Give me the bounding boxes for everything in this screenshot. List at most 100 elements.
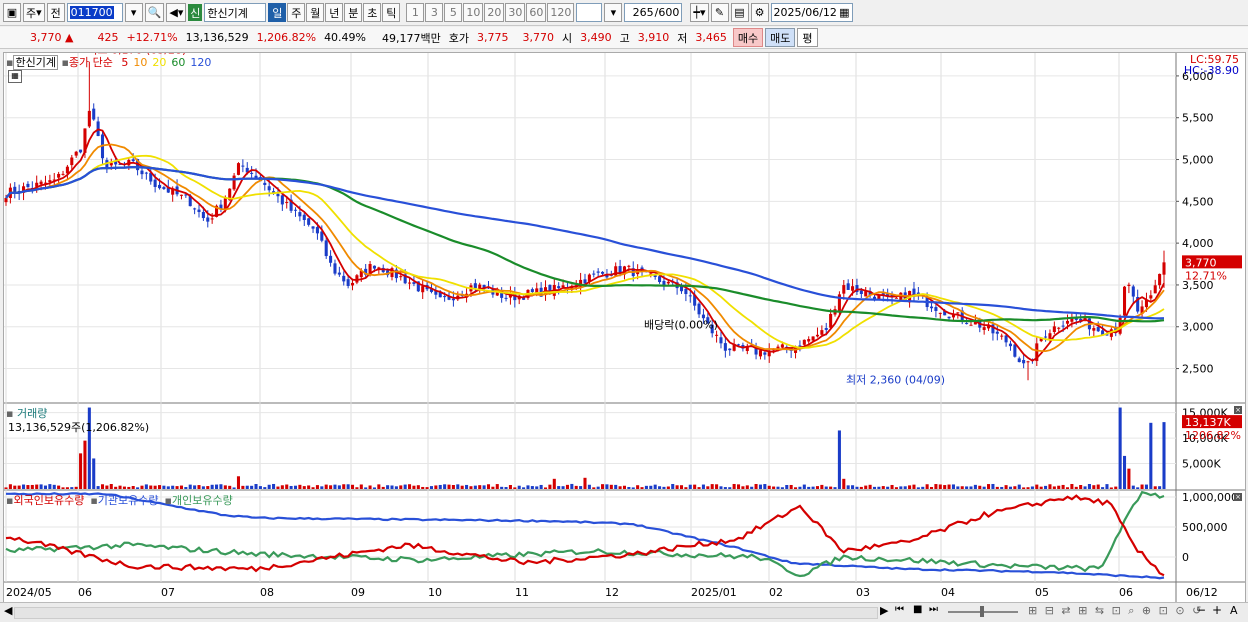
tool-icons[interactable]: ⊞ ⊟ ⇄ ⊞ ⇆ ⊡ ⌕ ⊕ ⊡ ⊙ ↺ xyxy=(1028,604,1203,618)
period-tab-2[interactable]: 월 xyxy=(306,3,325,22)
close-icon[interactable]: × xyxy=(1234,406,1242,414)
stock-code-input[interactable]: 011700 xyxy=(66,3,123,22)
prev-button[interactable]: 전 xyxy=(46,3,65,22)
volume-bar xyxy=(4,487,8,489)
candle-body xyxy=(912,288,916,295)
volume-bar xyxy=(916,487,920,489)
buy-button[interactable]: 매수 xyxy=(732,28,764,47)
count-input[interactable]: 265/600 xyxy=(624,3,683,22)
interval-tab-4[interactable]: 20 xyxy=(484,3,505,22)
volume-bar xyxy=(1070,483,1074,489)
period-tab-5[interactable]: 초 xyxy=(363,3,382,22)
volume-bar xyxy=(13,485,17,489)
interval-tab-6[interactable]: 60 xyxy=(526,3,547,22)
count-max: /600 xyxy=(654,6,680,19)
interval-tab-5[interactable]: 30 xyxy=(505,3,526,22)
save-icon[interactable]: ▤ xyxy=(730,3,749,22)
candle-body xyxy=(807,339,811,342)
volume-bar xyxy=(1022,487,1026,489)
scrollbar-track[interactable] xyxy=(14,607,878,619)
draw-tool-icon[interactable]: ✎ xyxy=(710,3,729,22)
eval-button[interactable]: 평 xyxy=(797,28,818,47)
stock-name-field[interactable]: 한신기계 xyxy=(204,3,267,22)
calendar-icon[interactable]: ▦ xyxy=(839,6,849,19)
volume-bar xyxy=(315,485,319,489)
ma-period-20[interactable]: 20 xyxy=(152,56,166,69)
ma-label[interactable]: 종가 단순 xyxy=(69,56,113,69)
search-icon[interactable]: 🔍 xyxy=(144,3,165,22)
date-input[interactable]: 2025/06/12 ▦ xyxy=(770,3,853,22)
interval-tab-2[interactable]: 5 xyxy=(444,3,463,22)
candle-body xyxy=(758,350,762,357)
scroll-left-icon[interactable]: ◀ xyxy=(4,604,12,617)
volume-bar xyxy=(144,484,148,489)
type-select[interactable]: 주 ▾ xyxy=(23,3,45,22)
volume-bar xyxy=(171,485,175,489)
stop-icon[interactable]: ■ xyxy=(913,604,922,615)
scroll-right-icon[interactable]: ▶ xyxy=(880,604,888,617)
volume-bar xyxy=(43,485,48,489)
zoom-in-icon[interactable]: + xyxy=(1212,603,1222,617)
font-size-icon[interactable]: A xyxy=(1230,604,1238,617)
interval-custom-input[interactable] xyxy=(576,3,603,22)
grid-icon[interactable]: ▦ xyxy=(8,70,22,83)
candle-body xyxy=(254,175,258,178)
period-tab-3[interactable]: 년 xyxy=(325,3,344,22)
volume-bar xyxy=(671,483,675,489)
volume-bar xyxy=(1004,485,1008,489)
candle-type-icon[interactable]: ┿▾ xyxy=(690,3,709,22)
volume-bar xyxy=(272,483,276,489)
candle-body xyxy=(197,209,201,213)
volume-bar xyxy=(995,486,999,489)
close-icon[interactable]: × xyxy=(1234,493,1242,501)
zoom-slider-handle[interactable] xyxy=(980,606,984,617)
period-tab-4[interactable]: 분 xyxy=(344,3,363,22)
ma-period-60[interactable]: 60 xyxy=(171,56,185,69)
high-label: 고 xyxy=(619,31,630,45)
period-tab-0[interactable]: 일 xyxy=(268,3,287,22)
window-menu-icon[interactable]: ▣ xyxy=(3,3,21,22)
ma-period-120[interactable]: 120 xyxy=(190,56,211,69)
ma-period-5[interactable]: 5 xyxy=(121,56,128,69)
first-page-icon[interactable]: ⏮ xyxy=(895,604,904,615)
holding-legend-item-2[interactable]: 개인보유수량 xyxy=(172,494,233,507)
candle-body xyxy=(408,282,412,284)
interval-tabs: 1 3 5 10 20 30 60 120 xyxy=(406,3,575,22)
candle-body xyxy=(307,218,311,225)
code-dropdown-icon[interactable]: ▾ xyxy=(124,3,143,22)
holding-legend-item-1[interactable]: 기관보유수량 xyxy=(98,494,159,507)
period-tab-6[interactable]: 틱 xyxy=(382,3,401,22)
interval-dropdown-icon[interactable]: ▾ xyxy=(604,3,623,22)
settings-gear-icon[interactable]: ⚙ xyxy=(750,3,769,22)
candle-body xyxy=(592,273,596,275)
volume-bar xyxy=(767,485,771,489)
candle-body xyxy=(157,184,162,189)
interval-tab-7[interactable]: 120 xyxy=(547,3,575,22)
volume-bar xyxy=(65,487,69,489)
volume-bar xyxy=(140,485,144,489)
chart-area[interactable]: 2024/05 06 07 08 09 10 11 12 2025/01 02 03 04 05 06 06… xyxy=(3,52,1246,603)
interval-tab-0[interactable]: 1 xyxy=(406,3,425,22)
volume-bar xyxy=(416,485,420,489)
last-page-icon[interactable]: ⏭ xyxy=(929,604,938,615)
candle-body xyxy=(938,312,942,314)
volume-bar xyxy=(394,486,398,489)
volume-bar xyxy=(1105,484,1109,489)
x-axis-label: 09 xyxy=(351,586,365,599)
volume-bar xyxy=(1101,487,1105,489)
period-tab-1[interactable]: 주 xyxy=(287,3,306,22)
zoom-out-icon[interactable]: − xyxy=(1196,603,1206,617)
interval-tab-1[interactable]: 3 xyxy=(425,3,444,22)
price-panel-title[interactable]: 한신기계 xyxy=(13,55,58,70)
chart-svg[interactable]: 2024/05 06 07 08 09 10 11 12 2025/01 02 03 04 05 06 06… xyxy=(4,53,1245,602)
interval-tab-3[interactable]: 10 xyxy=(463,3,484,22)
candle-body xyxy=(1004,335,1008,343)
ma-period-10[interactable]: 10 xyxy=(133,56,147,69)
volume-bar xyxy=(267,484,271,489)
speaker-icon[interactable]: ◀▾ xyxy=(166,3,187,22)
volume-bar xyxy=(1131,485,1135,489)
holding-legend-item-0[interactable]: 외국인보유수량 xyxy=(13,494,84,507)
sell-button[interactable]: 매도 xyxy=(765,28,796,47)
volume-value: 13,136,529 xyxy=(185,31,249,44)
volume-bar xyxy=(715,484,719,489)
